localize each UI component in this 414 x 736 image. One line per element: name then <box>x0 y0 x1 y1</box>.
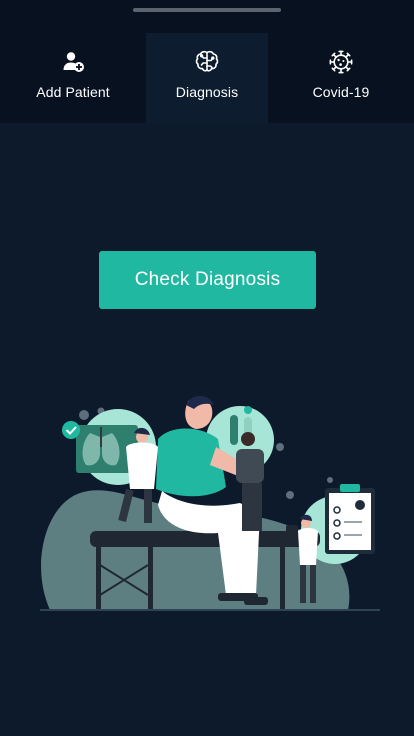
tab-bar: Add Patient Diagnosis Covid-19 <box>0 33 414 123</box>
tab-add-patient[interactable]: Add Patient <box>0 33 146 123</box>
drag-handle[interactable] <box>133 8 281 12</box>
tab-label: Diagnosis <box>175 84 239 100</box>
tab-diagnosis[interactable]: Diagnosis <box>146 33 268 123</box>
brain-icon <box>195 50 219 72</box>
tab-label: Add Patient <box>36 84 110 100</box>
tab-label: Covid-19 <box>312 84 370 100</box>
medical-checkup-illustration <box>40 396 380 611</box>
check-diagnosis-button[interactable]: Check Diagnosis <box>99 251 316 309</box>
virus-icon <box>329 50 353 74</box>
tab-covid-19[interactable]: Covid-19 <box>268 33 414 123</box>
add-user-icon <box>63 52 84 72</box>
top-strip <box>0 0 414 33</box>
